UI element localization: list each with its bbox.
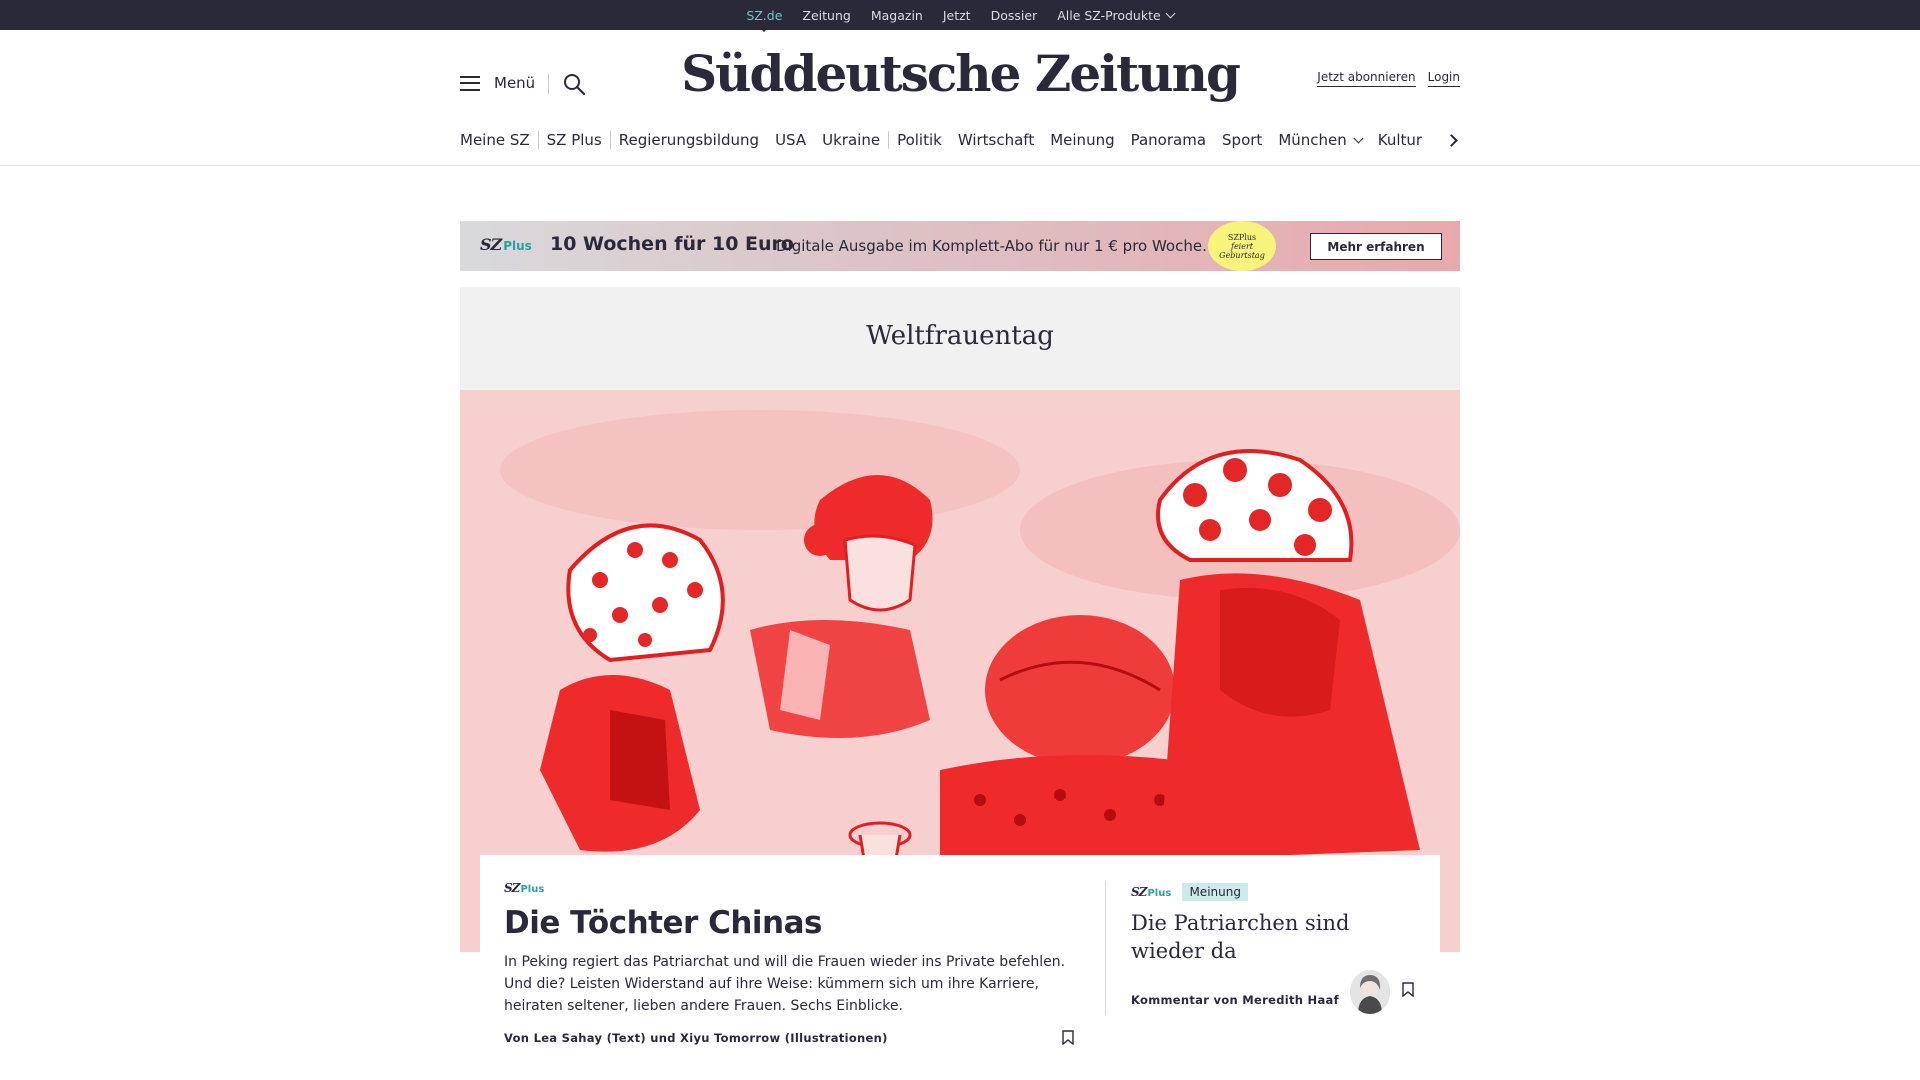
nav-item-wirtschaft[interactable]: Wirtschaft — [950, 131, 1042, 149]
sz-plus-label: SZPlus — [504, 881, 1082, 895]
badge-line-2: feiert — [1230, 241, 1254, 251]
topbar-link-dossier[interactable]: Dossier — [991, 8, 1038, 23]
side-article-labels: SZPlus Meinung — [1131, 881, 1421, 901]
nav-item-sport[interactable]: Sport — [1214, 131, 1270, 149]
site-logo[interactable]: Süddeutsche Zeitung — [460, 44, 1460, 103]
opinion-tag: Meinung — [1182, 882, 1248, 901]
bookmark-icon[interactable] — [1062, 1030, 1074, 1045]
topbar-link-jetzt[interactable]: Jetzt — [943, 8, 971, 23]
nav-item-muenchen[interactable]: München — [1270, 131, 1369, 149]
topbar-link-all-products-label: Alle SZ-Produkte — [1057, 7, 1161, 23]
main-article-title[interactable]: Die Töchter Chinas — [504, 905, 1082, 941]
subscribe-link[interactable]: Jetzt abonnieren — [1317, 70, 1416, 87]
topbar-link-magazin[interactable]: Magazin — [871, 8, 923, 23]
side-article-title[interactable]: Die Patriarchen sind wieder da — [1131, 909, 1421, 965]
sz-plus-label: SZPlus — [1131, 885, 1174, 899]
topic-title[interactable]: Weltfrauentag — [460, 321, 1460, 351]
main-article-teaser: In Peking regiert das Patriarchat und wi… — [504, 954, 1066, 1014]
more-info-button[interactable]: Mehr erfahren — [1310, 233, 1442, 260]
topic-header: Weltfrauentag — [460, 287, 1460, 390]
promo-banner[interactable]: SZ Plus 10 Wochen für 10 Euro Digitale Au… — [460, 221, 1460, 271]
main-article[interactable]: SZPlus Die Töchter Chinas In Peking regi… — [504, 881, 1082, 1045]
bookmark-icon[interactable] — [1402, 982, 1414, 997]
sz-plus-label-sz: SZ — [1131, 885, 1147, 899]
nav-item-regierungsbildung[interactable]: Regierungsbildung — [611, 131, 767, 149]
top-bar-links: SZ.de Zeitung Magazin Jetzt Dossier Alle… — [0, 0, 1920, 32]
nav-item-kultur[interactable]: Kultur — [1370, 131, 1430, 149]
promo-text: Digitale Ausgabe im Komplett-Abo für nur… — [776, 237, 1207, 255]
chevron-down-icon — [1353, 133, 1364, 143]
main-article-byline: Von Lea Sahay (Text) und Xiyu Tomorrow (… — [504, 1031, 888, 1045]
topbar-link-all-products[interactable]: Alle SZ-Produkte — [1057, 7, 1176, 23]
badge-line-3: Geburtstag — [1219, 250, 1265, 260]
sz-plus-label-sz: SZ — [504, 881, 520, 895]
topbar-link-szde[interactable]: SZ.de — [746, 8, 782, 32]
sz-plus-label-plus: Plus — [520, 884, 545, 895]
chevron-down-icon — [1165, 8, 1176, 18]
sz-plus-logo: SZ Plus — [480, 235, 532, 254]
nav-item-politik[interactable]: Politik — [889, 131, 950, 149]
nav-item-sz-plus[interactable]: SZ Plus — [539, 131, 611, 149]
header-divider — [0, 165, 1920, 166]
chevron-right-icon[interactable] — [1446, 132, 1460, 148]
top-bar: SZ.de Zeitung Magazin Jetzt Dossier Alle… — [0, 0, 1920, 32]
author-avatar — [1350, 970, 1390, 1014]
nav-item-meine-sz[interactable]: Meine SZ — [460, 131, 539, 149]
account-links: Jetzt abonnieren Login — [1317, 70, 1460, 87]
sz-plus-label-plus: Plus — [1147, 888, 1172, 899]
promo-headline: 10 Wochen für 10 Euro — [550, 233, 794, 255]
nav-item-usa[interactable]: USA — [767, 131, 814, 149]
sz-plus-logo-plus: Plus — [503, 239, 532, 253]
nav-item-panorama[interactable]: Panorama — [1123, 131, 1214, 149]
badge-line-1: SZPlus — [1227, 232, 1257, 242]
topbar-link-zeitung[interactable]: Zeitung — [802, 8, 850, 23]
nav-item-meinung[interactable]: Meinung — [1042, 131, 1122, 149]
login-link[interactable]: Login — [1427, 70, 1460, 87]
main-navigation: Meine SZ SZ Plus Regierungsbildung USA U… — [460, 124, 1460, 156]
column-divider — [1105, 881, 1106, 1015]
nav-item-muenchen-label: München — [1278, 131, 1347, 149]
article-teaser-card: SZPlus Die Töchter Chinas In Peking regi… — [480, 855, 1440, 1080]
nav-item-ukraine[interactable]: Ukraine — [814, 131, 890, 149]
sz-plus-logo-sz: SZ — [480, 235, 502, 254]
birthday-badge: SZPlus feiert Geburtstag — [1208, 221, 1276, 271]
